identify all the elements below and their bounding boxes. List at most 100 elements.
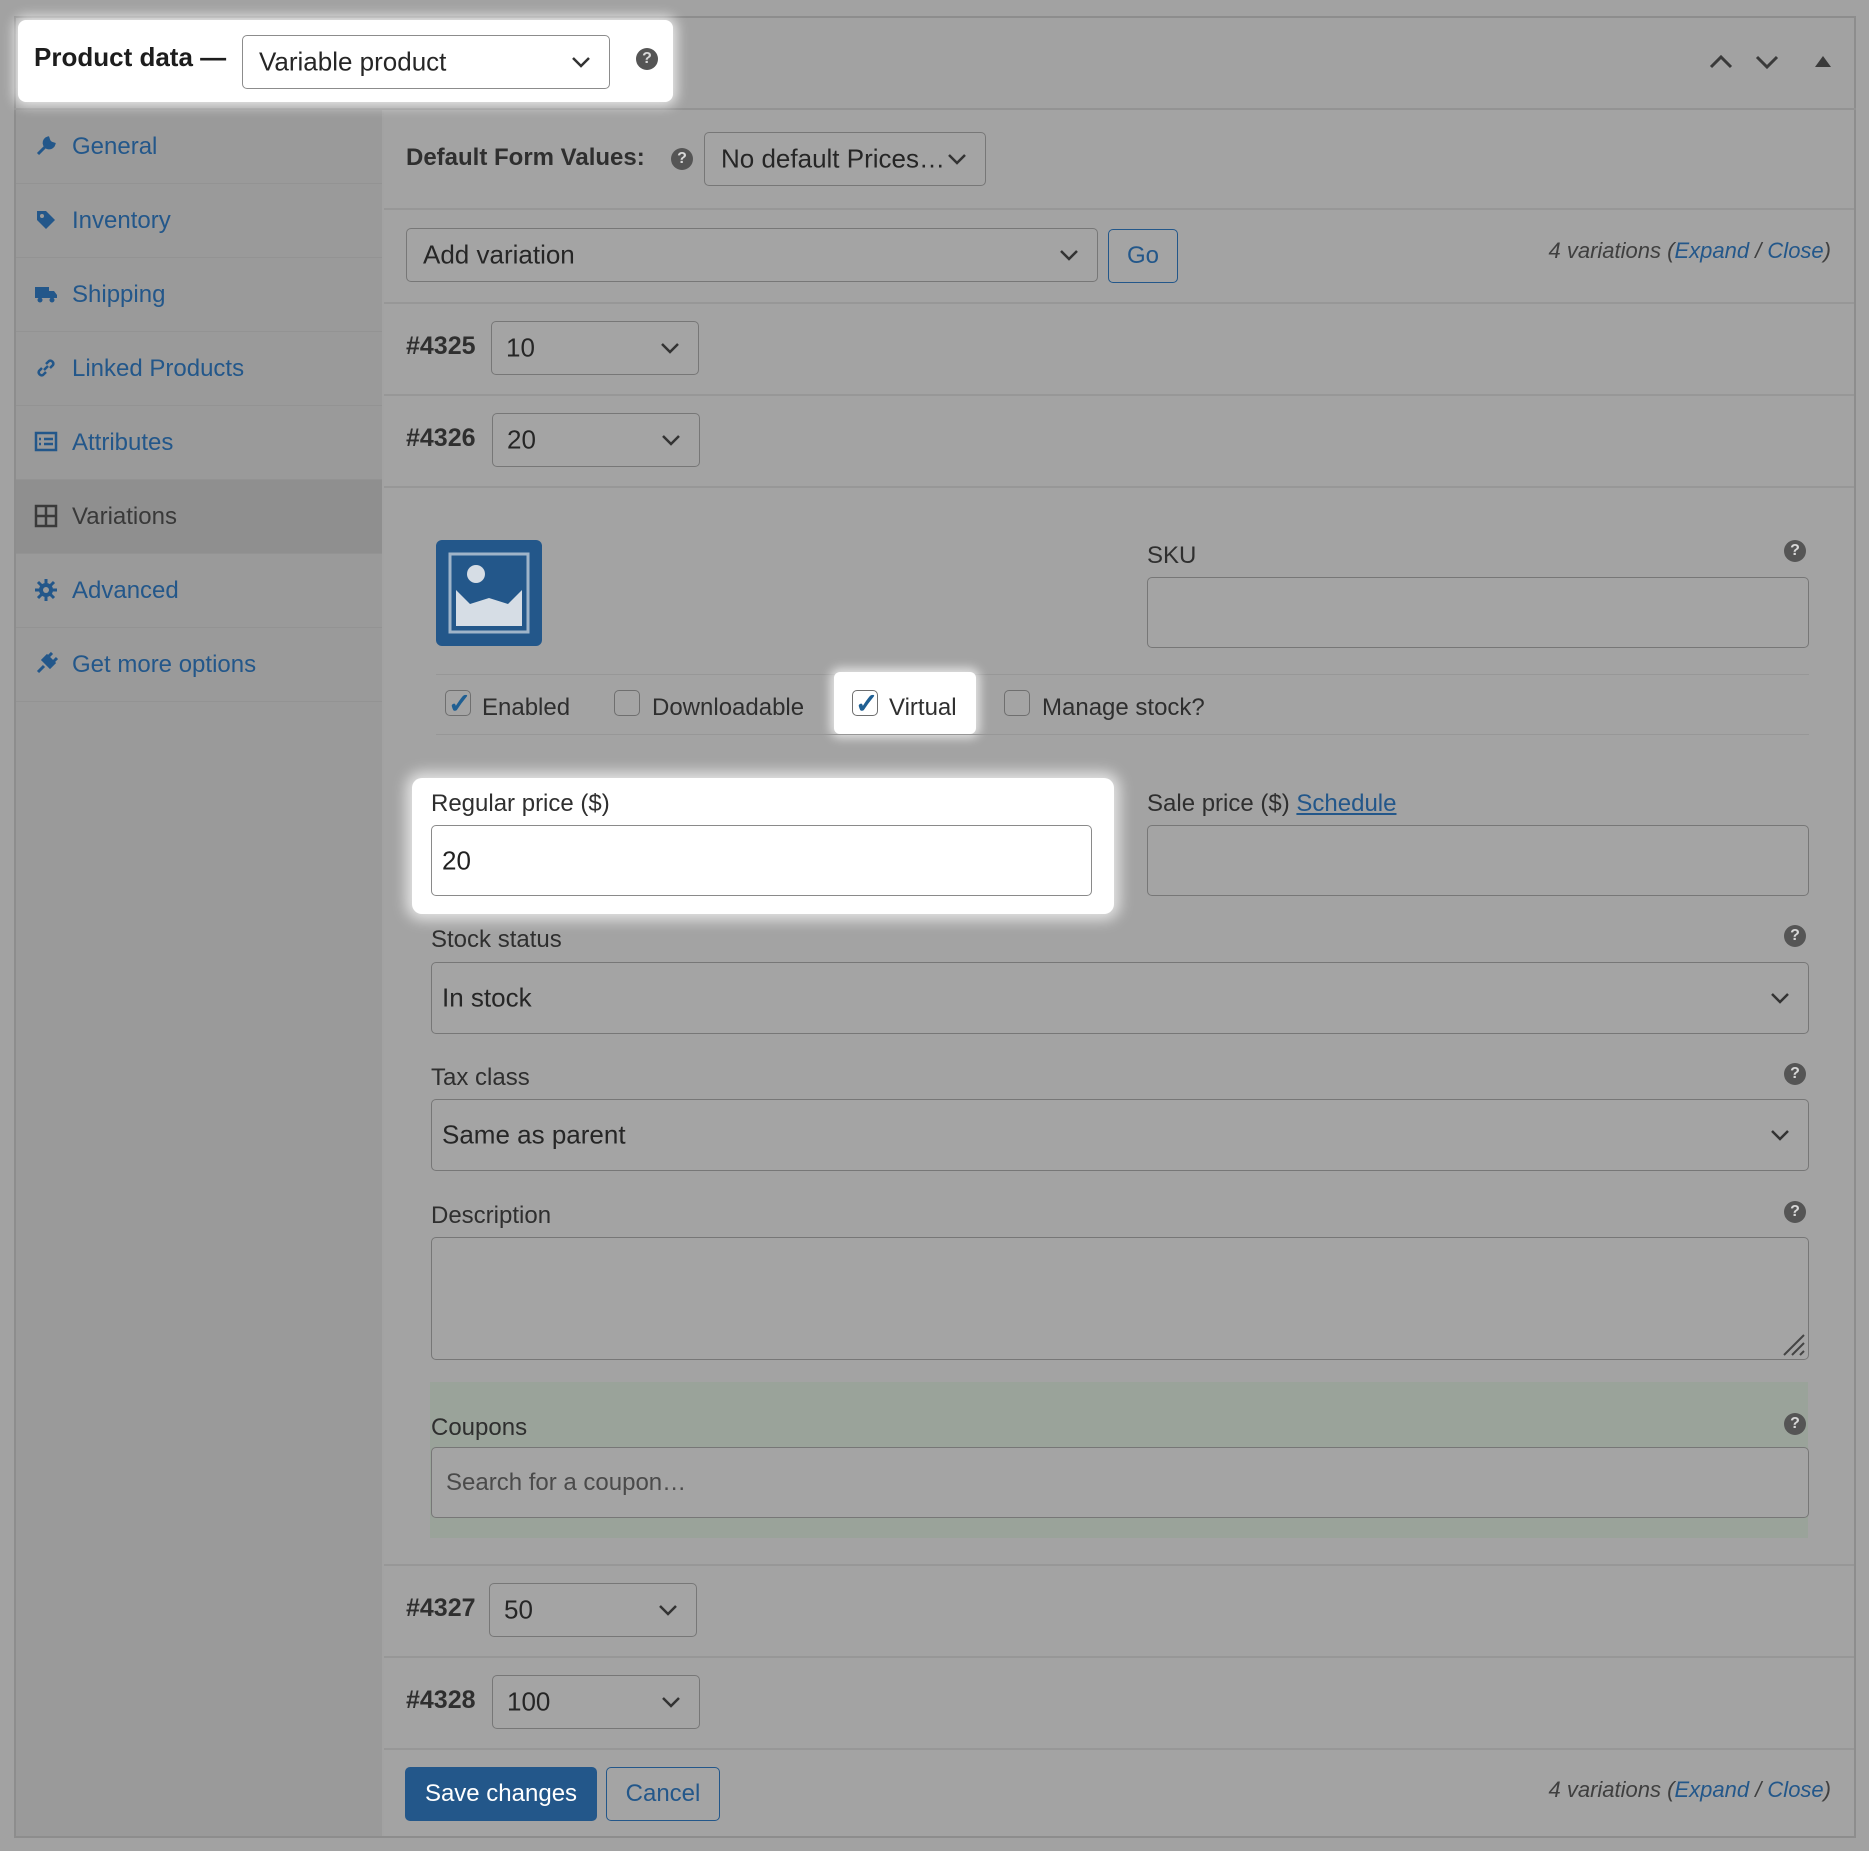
chevron-down-icon bbox=[659, 1605, 677, 1616]
variations-count-suffix: ) bbox=[1823, 1777, 1831, 1802]
regular-price-input[interactable]: 20 bbox=[431, 825, 1092, 896]
chevron-down-icon[interactable] bbox=[1754, 54, 1780, 70]
variation-id: #4325 bbox=[406, 332, 476, 360]
variation-attribute-value: 100 bbox=[507, 1686, 551, 1717]
cancel-button[interactable]: Cancel bbox=[606, 1767, 720, 1821]
description-label: Description bbox=[431, 1202, 552, 1229]
chevron-up-icon[interactable] bbox=[1708, 54, 1734, 70]
divider bbox=[384, 1656, 1854, 1658]
divider bbox=[384, 208, 1854, 210]
sidebar-item-general[interactable]: General bbox=[16, 110, 382, 184]
default-prices-value: No default Prices… bbox=[721, 143, 945, 174]
sale-price-input[interactable] bbox=[1147, 825, 1809, 896]
variations-count-suffix: ) bbox=[1823, 238, 1831, 263]
expand-link[interactable]: Expand bbox=[1674, 1777, 1749, 1802]
help-icon[interactable]: ? bbox=[1784, 925, 1806, 947]
triangle-up-icon[interactable] bbox=[1814, 54, 1832, 68]
manage-stock-checkbox[interactable] bbox=[1004, 690, 1030, 716]
divider bbox=[384, 1748, 1854, 1750]
product-type-select[interactable]: Variable product bbox=[242, 35, 610, 89]
tax-class-value: Same as parent bbox=[442, 1119, 626, 1150]
sku-input[interactable] bbox=[1147, 577, 1809, 648]
downloadable-checkbox[interactable] bbox=[614, 690, 640, 716]
variations-count-prefix: 4 variations ( bbox=[1548, 238, 1675, 263]
sidebar-item-get-more-options[interactable]: Get more options bbox=[16, 628, 382, 702]
variation-attribute-select[interactable]: 100 bbox=[492, 1675, 700, 1729]
sidebar-item-label: Get more options bbox=[72, 650, 257, 678]
divider bbox=[436, 734, 1809, 735]
enabled-label: Enabled bbox=[482, 694, 571, 721]
separator: / bbox=[1749, 238, 1768, 263]
help-icon[interactable]: ? bbox=[636, 48, 658, 70]
sku-label: SKU bbox=[1147, 542, 1197, 569]
variations-count-prefix: 4 variations ( bbox=[1548, 1777, 1675, 1802]
help-icon[interactable]: ? bbox=[1784, 1063, 1806, 1085]
tag-icon bbox=[37, 211, 55, 229]
chevron-down-icon bbox=[1771, 1130, 1789, 1141]
virtual-checkbox[interactable]: ✓ bbox=[852, 688, 878, 719]
variation-attribute-select[interactable]: 50 bbox=[489, 1583, 697, 1637]
list-icon bbox=[34, 431, 58, 452]
product-type-value: Variable product bbox=[259, 46, 447, 77]
divider bbox=[384, 302, 1854, 304]
sidebar-item-label: General bbox=[72, 132, 158, 160]
sidebar-item-attributes[interactable]: Attributes bbox=[16, 406, 382, 480]
tax-class-select[interactable]: Same as parent bbox=[431, 1099, 1809, 1171]
resize-handle-icon[interactable] bbox=[1780, 1331, 1806, 1357]
tax-class-label: Tax class bbox=[431, 1064, 530, 1091]
coupons-placeholder: Search for a coupon… bbox=[446, 1468, 687, 1496]
wrench-icon bbox=[36, 136, 56, 156]
check-icon: ✓ bbox=[855, 688, 879, 719]
stock-status-select[interactable]: In stock bbox=[431, 962, 1809, 1034]
close-link[interactable]: Close bbox=[1767, 238, 1823, 263]
chevron-down-icon bbox=[572, 57, 590, 68]
chevron-down-icon bbox=[661, 343, 679, 354]
divider bbox=[384, 486, 1854, 488]
variation-id: #4328 bbox=[406, 1686, 476, 1714]
chevron-down-icon bbox=[1771, 993, 1789, 1004]
sidebar-item-label: Variations bbox=[72, 502, 177, 530]
help-icon[interactable]: ? bbox=[671, 148, 693, 170]
variation-attribute-select[interactable]: 20 bbox=[492, 413, 700, 467]
help-icon[interactable]: ? bbox=[1784, 540, 1806, 562]
divider bbox=[384, 394, 1854, 396]
sale-price-label: Sale price ($) Schedule bbox=[1147, 790, 1396, 818]
sidebar-item-linked-products[interactable]: Linked Products bbox=[16, 332, 382, 406]
link-icon bbox=[37, 359, 55, 377]
expand-link[interactable]: Expand bbox=[1674, 238, 1749, 263]
grid-icon bbox=[34, 504, 58, 528]
enabled-checkbox[interactable]: ✓ bbox=[445, 688, 471, 719]
virtual-label: Virtual bbox=[889, 694, 957, 721]
variation-attribute-value: 10 bbox=[506, 332, 535, 363]
regular-price-value: 20 bbox=[442, 845, 471, 875]
sidebar-item-shipping[interactable]: Shipping bbox=[16, 258, 382, 332]
bulk-action-select[interactable]: Add variation bbox=[406, 228, 1098, 282]
close-link[interactable]: Close bbox=[1767, 1777, 1823, 1802]
variation-attribute-value: 20 bbox=[507, 424, 536, 455]
sidebar-item-advanced[interactable]: Advanced bbox=[16, 554, 382, 628]
go-button[interactable]: Go bbox=[1108, 229, 1178, 283]
manage-stock-label: Manage stock? bbox=[1042, 694, 1205, 721]
sidebar-item-label: Shipping bbox=[72, 280, 166, 308]
stock-status-value: In stock bbox=[442, 982, 532, 1013]
save-changes-button[interactable]: Save changes bbox=[405, 1767, 597, 1821]
coupons-search-input[interactable]: Search for a coupon… bbox=[431, 1447, 1809, 1518]
truck-icon bbox=[35, 287, 57, 303]
variations-count: 4 variations (Expand / Close) bbox=[1549, 1777, 1832, 1803]
variation-attribute-select[interactable]: 10 bbox=[491, 321, 699, 375]
schedule-link[interactable]: Schedule bbox=[1296, 790, 1396, 817]
regular-price-label: Regular price ($) bbox=[431, 790, 610, 817]
image-placeholder-icon[interactable] bbox=[436, 540, 542, 646]
sidebar-item-variations[interactable]: Variations bbox=[16, 480, 382, 554]
help-icon[interactable]: ? bbox=[1784, 1413, 1806, 1435]
variations-count: 4 variations (Expand / Close) bbox=[1549, 238, 1832, 264]
stock-status-label: Stock status bbox=[431, 926, 562, 953]
help-icon[interactable]: ? bbox=[1784, 1201, 1806, 1223]
chevron-down-icon bbox=[1060, 250, 1078, 261]
sidebar-item-inventory[interactable]: Inventory bbox=[16, 184, 382, 258]
separator: / bbox=[1749, 1777, 1768, 1802]
default-prices-select[interactable]: No default Prices… bbox=[704, 132, 986, 186]
check-icon: ✓ bbox=[448, 688, 472, 719]
description-textarea[interactable] bbox=[431, 1237, 1809, 1360]
plugin-icon bbox=[36, 652, 58, 674]
